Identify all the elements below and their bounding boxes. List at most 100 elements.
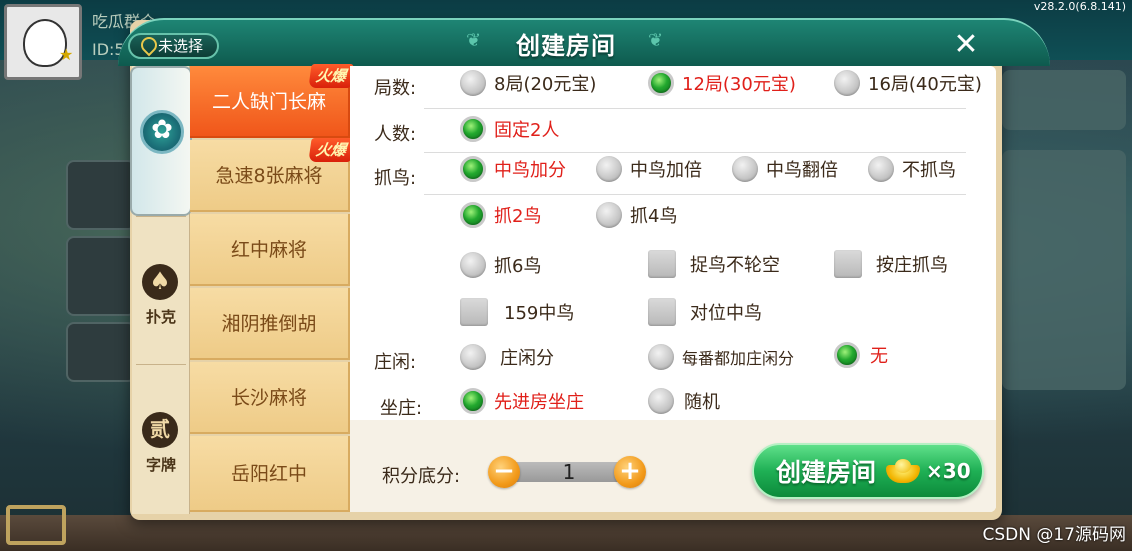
shop-cart-icon xyxy=(6,505,66,545)
zipai-icon: 贰 xyxy=(142,412,178,448)
title-ornament-right: ❦ xyxy=(648,30,664,51)
dealer-score-option-label: 庄闲分 xyxy=(500,348,554,369)
radio-selected-icon xyxy=(648,70,674,96)
dealer-score-option[interactable]: 每番都加庄闲分 xyxy=(648,344,794,370)
radio-selected-icon xyxy=(460,156,486,182)
hot-badge: 火爆 xyxy=(308,64,354,88)
dealer-score-label: 庄闲: xyxy=(374,352,417,373)
dealer-score-option[interactable]: 庄闲分 xyxy=(460,344,554,370)
bird-mode-label: 中鸟加倍 xyxy=(630,160,702,181)
bird-count-label: 抓2鸟 xyxy=(494,206,542,227)
tab-poker[interactable]: ♠ 扑克 xyxy=(132,216,190,364)
rounds-option[interactable]: 8局(20元宝) xyxy=(460,70,596,96)
radio-icon xyxy=(596,202,622,228)
radio-icon xyxy=(596,156,622,182)
bird-mode-label: 中鸟翻倍 xyxy=(766,160,838,181)
base-score-stepper: 1 − + xyxy=(488,456,650,488)
lobby-shop-tile xyxy=(66,160,136,230)
game-item-label: 岳阳红中 xyxy=(230,463,307,485)
lobby-game-tile xyxy=(66,236,136,316)
lobby-game-tile xyxy=(66,322,136,382)
radio-selected-icon xyxy=(834,342,860,368)
version-label: v28.2.0(6.8.141) xyxy=(1033,0,1126,13)
game-item-label: 湘阴推倒胡 xyxy=(221,313,317,335)
seat-label: 坐庄: xyxy=(380,398,423,419)
game-list: 二人缺门长麻 火爆 急速8张麻将 火爆 红中麻将 湘阴推倒胡 长沙麻将 岳阳红中 xyxy=(190,64,354,514)
seat-option[interactable]: 随机 xyxy=(648,388,720,414)
players-option[interactable]: 固定2人 xyxy=(460,116,559,142)
spade-icon: ♠ xyxy=(142,264,178,300)
game-item-label: 二人缺门长麻 xyxy=(211,91,326,113)
increment-button[interactable]: + xyxy=(614,456,646,488)
bird-count-option[interactable]: 抓2鸟 xyxy=(460,202,541,228)
bird-count-option[interactable]: 抓4鸟 xyxy=(596,202,677,228)
tab-zipai-label: 字牌 xyxy=(145,456,176,474)
bird-mode-option[interactable]: 中鸟翻倍 xyxy=(732,156,838,182)
checkbox-icon xyxy=(834,250,862,278)
bird-extra-checkbox[interactable]: 捉鸟不轮空 xyxy=(648,250,780,278)
birds-label: 抓鸟: xyxy=(374,168,417,189)
divider xyxy=(424,152,966,153)
location-pin-icon xyxy=(140,37,154,55)
bird-mode-option[interactable]: 中鸟加倍 xyxy=(596,156,702,182)
checkbox-label: 按庄抓鸟 xyxy=(876,255,948,276)
dealer-score-option-label: 无 xyxy=(870,346,888,367)
game-item[interactable]: 红中麻将 xyxy=(190,214,350,286)
bird-extra-checkbox[interactable]: 按庄抓鸟 xyxy=(834,250,948,278)
room-cost: ×30 xyxy=(926,459,971,483)
bird-count-option[interactable]: 抓6鸟 xyxy=(460,252,541,278)
create-room-button[interactable]: 创建房间 ×30 xyxy=(752,443,984,499)
close-button[interactable]: ✕ xyxy=(950,30,982,62)
bird-extra-checkbox[interactable]: 159中鸟 xyxy=(460,298,574,326)
bird-count-label: 抓6鸟 xyxy=(494,256,542,277)
location-label: 未选择 xyxy=(158,37,204,55)
category-rail: ♠ 扑克 贰 字牌 xyxy=(130,66,192,514)
game-item[interactable]: 岳阳红中 xyxy=(190,436,350,512)
bird-extra-checkbox[interactable]: 对位中鸟 xyxy=(648,298,762,326)
radio-icon xyxy=(834,70,860,96)
radio-icon xyxy=(460,344,486,370)
game-item[interactable]: 二人缺门长麻 火爆 xyxy=(190,64,354,138)
location-chip[interactable]: 未选择 xyxy=(128,33,220,59)
bird-mode-option[interactable]: 中鸟加分 xyxy=(460,156,566,182)
game-item-label: 红中麻将 xyxy=(230,239,307,261)
lobby-treasure-tile xyxy=(1002,70,1126,130)
checkbox-icon xyxy=(460,298,488,326)
checkbox-icon xyxy=(648,250,676,278)
checkbox-label: 对位中鸟 xyxy=(690,303,762,324)
players-option-label: 固定2人 xyxy=(494,120,560,141)
create-room-label: 创建房间 xyxy=(776,458,877,487)
game-item[interactable]: 长沙麻将 xyxy=(190,362,350,434)
seat-option-label: 先进房坐庄 xyxy=(494,392,584,413)
rounds-option[interactable]: 16局(40元宝) xyxy=(834,70,982,96)
tab-zipai[interactable]: 贰 字牌 xyxy=(132,364,190,514)
decrement-button[interactable]: − xyxy=(488,456,520,488)
tab-mahjong[interactable] xyxy=(130,66,192,216)
rounds-label: 局数: xyxy=(374,78,417,99)
divider xyxy=(424,108,966,109)
dealer-score-option[interactable]: 无 xyxy=(834,342,888,368)
watermark: CSDN @17源码网 xyxy=(982,525,1126,545)
bird-mode-label: 中鸟加分 xyxy=(494,160,566,181)
bird-mode-label: 不抓鸟 xyxy=(902,160,956,181)
rounds-option-label: 16局(40元宝) xyxy=(868,74,982,95)
radio-selected-icon xyxy=(460,116,486,142)
rounds-option[interactable]: 12局(30元宝) xyxy=(648,70,796,96)
game-item[interactable]: 湘阴推倒胡 xyxy=(190,288,350,360)
players-label: 人数: xyxy=(374,124,417,145)
rounds-option-label: 8局(20元宝) xyxy=(494,74,597,95)
radio-icon xyxy=(732,156,758,182)
radio-icon xyxy=(868,156,894,182)
bird-mode-option[interactable]: 不抓鸟 xyxy=(868,156,956,182)
radio-icon xyxy=(648,388,674,414)
seat-option[interactable]: 先进房坐庄 xyxy=(460,388,584,414)
gold-ingot-icon xyxy=(886,459,921,483)
lobby-bottom-bar xyxy=(0,515,1132,551)
seat-option-label: 随机 xyxy=(684,392,720,413)
base-score-label: 积分底分: xyxy=(382,466,461,487)
game-item[interactable]: 急速8张麻将 火爆 xyxy=(190,138,354,212)
checkbox-label: 捉鸟不轮空 xyxy=(690,255,780,276)
radio-icon xyxy=(460,70,486,96)
game-item-label: 急速8张麻将 xyxy=(215,165,323,187)
mahjong-icon xyxy=(140,110,184,154)
